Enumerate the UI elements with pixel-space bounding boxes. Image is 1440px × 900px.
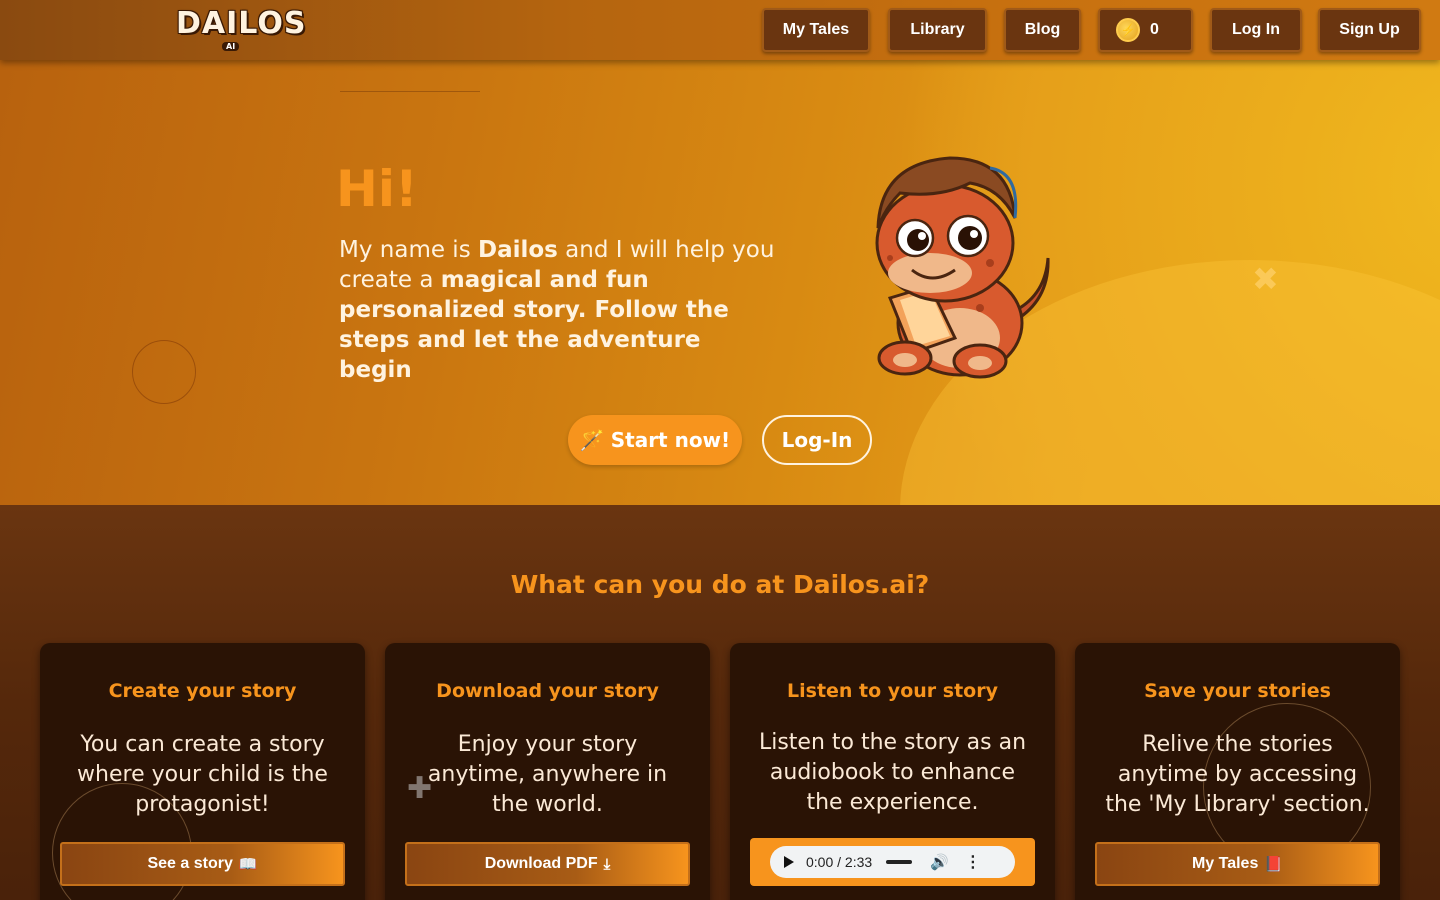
nav-library-button[interactable]: Library bbox=[888, 8, 987, 52]
logo-subtext: AI bbox=[222, 42, 240, 51]
see-story-label: See a story bbox=[147, 855, 233, 872]
audio-time: 0:00 / 2:33 bbox=[806, 854, 873, 870]
top-navbar: DAILOS AI My Tales Library Blog ⚡ 0 Log … bbox=[0, 0, 1440, 60]
features-title: What can you do at Dailos.ai? bbox=[510, 570, 930, 599]
audio-player-container: 0:00 / 2:33 🔊 ⋮ bbox=[750, 838, 1035, 886]
decorative-cross-icon: ✖ bbox=[1252, 260, 1279, 298]
my-tales-label: My Tales bbox=[1191, 855, 1259, 872]
coin-icon: ⚡ bbox=[1116, 18, 1140, 42]
card-text: Enjoy your story anytime, anywhere in th… bbox=[427, 732, 668, 817]
download-pdf-label: Download PDF bbox=[484, 855, 598, 872]
hero-text-bold-name: Dailos bbox=[478, 237, 558, 263]
hero-title: Hi! bbox=[336, 160, 418, 218]
hero-section: ✖ Hi! My name is Dailos and I will help … bbox=[0, 60, 1440, 505]
card-text: Listen to the story as an audiobook to e… bbox=[758, 730, 1027, 815]
card-title: Save your stories bbox=[1144, 680, 1331, 702]
play-icon[interactable] bbox=[784, 856, 794, 868]
nav-my-tales-label: My Tales bbox=[782, 21, 850, 38]
feature-card-listen: Listen to your story Listen to the story… bbox=[730, 643, 1055, 900]
decorative-line bbox=[340, 91, 480, 92]
hero-login-label: Log-In bbox=[781, 428, 853, 452]
feature-card-create: Create your story You can create a story… bbox=[40, 643, 365, 900]
nav-blog-label: Blog bbox=[1024, 21, 1061, 38]
coin-balance: 0 bbox=[1150, 21, 1159, 38]
card-title: Create your story bbox=[108, 680, 297, 702]
signup-button[interactable]: Sign Up bbox=[1318, 8, 1421, 52]
features-section: What can you do at Dailos.ai? Create you… bbox=[0, 505, 1440, 900]
audio-player[interactable]: 0:00 / 2:33 🔊 ⋮ bbox=[770, 846, 1015, 878]
login-button[interactable]: Log In bbox=[1210, 8, 1302, 52]
book-icon: 📕 bbox=[1264, 856, 1284, 873]
signup-label: Sign Up bbox=[1339, 21, 1400, 38]
audio-progress-track[interactable] bbox=[886, 860, 913, 864]
more-options-icon[interactable]: ⋮ bbox=[965, 852, 981, 872]
nav-my-tales-button[interactable]: My Tales bbox=[762, 8, 870, 52]
card-text: Relive the stories anytime by accessing … bbox=[1105, 732, 1370, 817]
nav-library-label: Library bbox=[910, 21, 965, 38]
start-now-label: Start now! bbox=[610, 428, 731, 452]
dailos-mascot-image bbox=[875, 156, 1050, 379]
card-title: Download your story bbox=[436, 680, 659, 702]
see-story-button[interactable]: See a story 📖 bbox=[60, 842, 345, 886]
login-label: Log In bbox=[1232, 21, 1280, 38]
nav-blog-button[interactable]: Blog bbox=[1004, 8, 1081, 52]
feature-card-download: ✚ Download your story Enjoy your story a… bbox=[385, 643, 710, 900]
hero-text-part-1: My name is bbox=[339, 237, 478, 263]
coin-balance-button[interactable]: ⚡ 0 bbox=[1098, 8, 1193, 52]
feature-card-save: Save your stories Relive the stories any… bbox=[1075, 643, 1400, 900]
logo-text: DAILOS bbox=[176, 6, 307, 41]
volume-icon[interactable]: 🔊 bbox=[930, 853, 949, 871]
hero-login-button[interactable]: Log-In bbox=[762, 415, 872, 465]
book-open-icon: 📖 bbox=[238, 856, 258, 873]
card-title: Listen to your story bbox=[787, 680, 998, 702]
download-pdf-button[interactable]: Download PDF ⤓ bbox=[405, 842, 690, 886]
card-text: You can create a story where your child … bbox=[77, 732, 328, 817]
start-now-button[interactable]: 🪄 Start now! bbox=[568, 415, 742, 465]
hero-description: My name is Dailos and I will help you cr… bbox=[339, 235, 779, 385]
dailos-logo[interactable]: DAILOS AI bbox=[176, 6, 305, 52]
magic-wand-icon: 🪄 bbox=[579, 428, 605, 452]
download-icon: ⤓ bbox=[603, 855, 611, 873]
my-tales-button[interactable]: My Tales 📕 bbox=[1095, 842, 1380, 886]
decorative-circle bbox=[132, 340, 196, 404]
